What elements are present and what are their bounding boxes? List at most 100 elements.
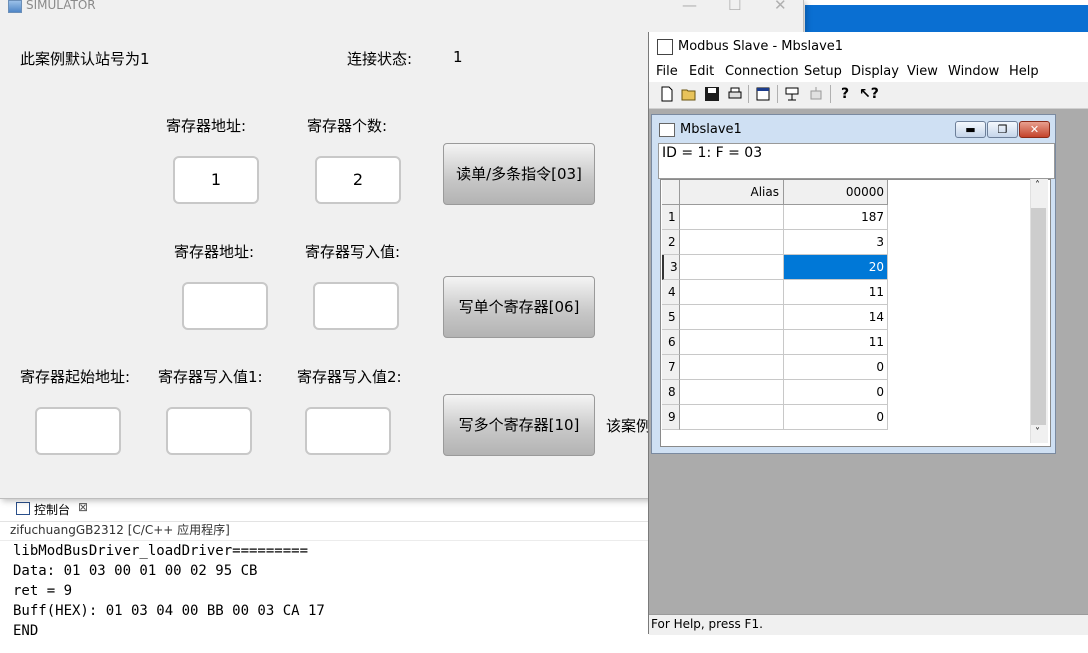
help-icon[interactable]: ? xyxy=(837,86,853,102)
default-station-label: 此案例默认站号为1 xyxy=(20,50,150,68)
maximize-button[interactable]: ☐ xyxy=(728,0,741,14)
slave-id-function-text: ID = 1: F = 03 xyxy=(662,145,763,161)
alias-cell[interactable] xyxy=(680,405,784,430)
child-titlebar: Mbslave1 ▬ ❐ ✕ xyxy=(652,115,1055,143)
minimize-button[interactable]: — xyxy=(682,0,697,14)
menu-help[interactable]: Help xyxy=(1009,64,1039,79)
alias-cell[interactable] xyxy=(680,330,784,355)
menu-display[interactable]: Display xyxy=(851,64,899,79)
alias-column-header[interactable]: Alias xyxy=(680,180,784,205)
child-close-button[interactable]: ✕ xyxy=(1019,121,1050,138)
alias-cell[interactable] xyxy=(680,205,784,230)
register-value-cell[interactable]: 14 xyxy=(784,305,888,330)
new-file-icon[interactable] xyxy=(659,86,675,102)
row-header[interactable]: 2 xyxy=(662,230,680,255)
value-column-header[interactable]: 00000 xyxy=(784,180,888,205)
console-process-label: zifuchuangGB2312 [C/C++ 应用程序] xyxy=(10,523,230,537)
single-value-input[interactable] xyxy=(313,282,399,330)
modbus-titlebar: Modbus Slave - Mbslave1 xyxy=(649,32,1088,62)
register-count-input[interactable]: 2 xyxy=(315,156,401,204)
console-line: END xyxy=(13,623,39,639)
save-icon[interactable] xyxy=(704,86,720,102)
print-icon[interactable] xyxy=(727,86,743,102)
slave-id-function-info: ID = 1: F = 03 xyxy=(658,143,1055,179)
register-value-cell[interactable]: 20 xyxy=(784,255,888,280)
register-value-cell[interactable]: 3 xyxy=(784,230,888,255)
read-registers-button[interactable]: 读单/多条指令[03] xyxy=(443,143,595,205)
write-multiple-registers-button[interactable]: 写多个寄存器[10] xyxy=(443,394,595,456)
child-minimize-button[interactable]: ▬ xyxy=(955,121,986,138)
window-icon[interactable] xyxy=(755,86,771,102)
menu-bar: File Edit Connection Setup Display View … xyxy=(649,62,1088,82)
register-address-label: 寄存器地址: xyxy=(174,243,255,261)
modbus-window-title: Modbus Slave - Mbslave1 xyxy=(678,39,844,54)
menu-view[interactable]: View xyxy=(907,64,938,79)
register-address-input[interactable]: 1 xyxy=(173,156,259,204)
modbus-app-icon xyxy=(657,39,673,55)
multi-value2-input[interactable] xyxy=(305,407,391,455)
row-header[interactable]: 5 xyxy=(662,305,680,330)
close-icon[interactable]: ⊠ xyxy=(78,500,88,514)
row-header[interactable]: 9 xyxy=(662,405,680,430)
child-window-icon xyxy=(659,123,675,137)
row-header[interactable]: 3 xyxy=(662,255,680,280)
alias-cell[interactable] xyxy=(680,305,784,330)
menu-setup[interactable]: Setup xyxy=(804,64,842,79)
row-header[interactable]: 7 xyxy=(662,355,680,380)
alias-cell[interactable] xyxy=(680,280,784,305)
console-tab[interactable]: 控制台 ⊠ xyxy=(0,499,648,522)
status-text: For Help, press F1. xyxy=(651,617,763,631)
alias-cell[interactable] xyxy=(680,230,784,255)
multi-value1-input[interactable] xyxy=(166,407,252,455)
console-line: ret = 9 xyxy=(13,583,73,599)
write-single-register-button[interactable]: 写单个寄存器[06] xyxy=(443,276,595,338)
menu-edit[interactable]: Edit xyxy=(689,64,714,79)
menu-window[interactable]: Window xyxy=(948,64,999,79)
toolbar-separator xyxy=(748,85,749,103)
scrollbar-thumb[interactable] xyxy=(1031,208,1046,425)
console-line: Buff(HEX): 01 03 04 00 BB 00 03 CA 17 xyxy=(13,603,325,619)
menu-file[interactable]: File xyxy=(656,64,678,79)
close-button[interactable]: ✕ xyxy=(774,0,787,14)
menu-connection[interactable]: Connection xyxy=(725,64,799,79)
single-address-input[interactable] xyxy=(182,282,268,330)
console-icon xyxy=(16,502,30,515)
alias-cell[interactable] xyxy=(680,355,784,380)
truncated-note-text: 该案例 xyxy=(606,417,652,435)
background-window-titlebar xyxy=(805,5,1088,32)
console-output: libModBusDriver_loadDriver========= Data… xyxy=(0,540,648,653)
register-value-cell[interactable]: 11 xyxy=(784,280,888,305)
grid-corner xyxy=(662,180,680,205)
scroll-down-icon[interactable]: ˅ xyxy=(1035,427,1040,438)
status-bar: For Help, press F1. xyxy=(649,614,1088,635)
row-header[interactable]: 4 xyxy=(662,280,680,305)
register-value-cell[interactable]: 0 xyxy=(784,355,888,380)
row-header[interactable]: 6 xyxy=(662,330,680,355)
alias-cell[interactable] xyxy=(680,380,784,405)
child-restore-button[interactable]: ❐ xyxy=(987,121,1018,138)
connect-icon[interactable] xyxy=(784,86,800,102)
register-write-value1-label: 寄存器写入值1: xyxy=(158,368,263,386)
register-value-cell[interactable]: 0 xyxy=(784,405,888,430)
register-value-cell[interactable]: 11 xyxy=(784,330,888,355)
context-help-icon[interactable]: ↖? xyxy=(859,86,879,102)
child-window-title: Mbslave1 xyxy=(680,122,742,137)
toolbar: ? ↖? xyxy=(649,82,1088,109)
toolbar-separator xyxy=(830,85,831,103)
register-write-value-label: 寄存器写入值: xyxy=(305,243,401,261)
register-value-cell[interactable]: 187 xyxy=(784,205,888,230)
register-write-value2-label: 寄存器写入值2: xyxy=(297,368,402,386)
disconnect-icon[interactable] xyxy=(808,86,824,102)
console-line: Data: 01 03 00 01 00 02 95 CB xyxy=(13,563,258,579)
row-header[interactable]: 1 xyxy=(662,205,680,230)
connection-status-label: 连接状态: xyxy=(347,50,413,68)
multi-start-address-input[interactable] xyxy=(35,407,121,455)
open-folder-icon[interactable] xyxy=(681,86,697,102)
register-value-cell[interactable]: 0 xyxy=(784,380,888,405)
console-tab-label: 控制台 xyxy=(34,503,71,517)
console-line: libModBusDriver_loadDriver========= xyxy=(13,543,309,559)
alias-cell[interactable] xyxy=(680,255,784,280)
toolbar-separator xyxy=(777,85,778,103)
scroll-up-icon[interactable]: ˄ xyxy=(1035,180,1040,191)
row-header[interactable]: 8 xyxy=(662,380,680,405)
